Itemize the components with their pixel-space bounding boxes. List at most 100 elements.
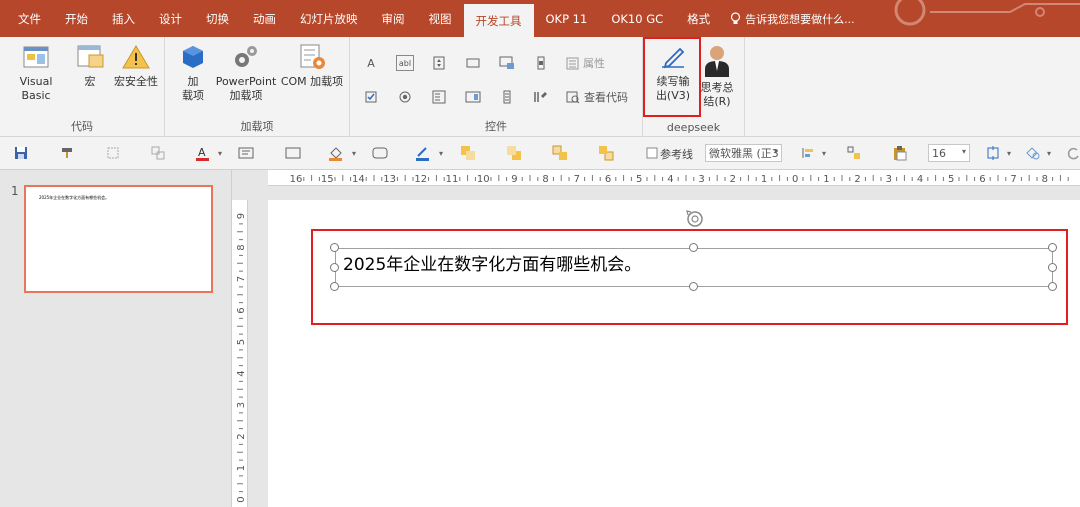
ruler-label: 13 — [383, 174, 396, 185]
select-objects-icon[interactable] — [105, 145, 121, 161]
ruler-label: 4 — [236, 370, 247, 376]
vertical-ruler-ticks: 9 8 7 6 5 4 3 2 1 0 — [236, 213, 247, 503]
ruler-label: 2 — [236, 433, 247, 439]
ruler-label: 3 — [886, 174, 892, 185]
ruler-label: 1 — [236, 465, 247, 471]
tab-animations[interactable]: 动画 — [241, 0, 288, 37]
format-painter-icon[interactable] — [60, 145, 76, 161]
undo-icon[interactable] — [1066, 145, 1080, 161]
align-dropdown-icon[interactable]: ▾ — [816, 145, 832, 161]
macro-security-button[interactable]: 宏安全性 — [110, 43, 162, 89]
group-deepseek-label: deepseek — [666, 121, 721, 134]
distribute-icon[interactable] — [846, 145, 862, 161]
ruler-label: 2 — [730, 174, 736, 185]
tab-home[interactable]: 开始 — [53, 0, 100, 37]
group-objects-icon[interactable] — [150, 145, 166, 161]
ruler-label: 8 — [236, 244, 247, 250]
font-color-icon[interactable]: A — [195, 145, 211, 161]
ruler-label: 15 — [321, 174, 334, 185]
more-controls-icon[interactable] — [532, 89, 550, 105]
save-icon[interactable] — [13, 145, 29, 161]
tab-developer[interactable]: 开发工具 — [463, 4, 534, 37]
tab-ok10gc[interactable]: OK10 GC — [599, 0, 675, 37]
tab-transitions[interactable]: 切换 — [194, 0, 241, 37]
gears-icon — [235, 46, 257, 67]
button-control-icon[interactable] — [464, 55, 482, 71]
combobox-control-icon[interactable] — [430, 89, 448, 105]
shape-outline-icon[interactable] — [415, 145, 431, 161]
textbox-icon[interactable] — [238, 145, 254, 161]
font-name-select[interactable]: 微软雅黑 (正3 ▾ — [705, 144, 782, 162]
gridlines-checkbox[interactable] — [644, 145, 660, 161]
warning-icon — [122, 45, 150, 69]
properties-button[interactable]: 属性 — [566, 55, 605, 71]
tab-review[interactable]: 审阅 — [370, 0, 417, 37]
slide-thumbnail[interactable]: 2025年企业在数字化方面有哪些机会。 — [24, 185, 213, 293]
addins-button[interactable]: 加 载项 — [177, 43, 209, 103]
ruler-label: 9 — [236, 213, 247, 219]
shapes-dropdown-icon[interactable]: ▾ — [1041, 145, 1057, 161]
send-to-back-icon[interactable] — [598, 145, 614, 161]
horizontal-ruler: 16 15 14 13 12 11 10 9 8 7 6 5 4 3 2 1 0 1 2 3 4 5 6 7 8 — [268, 170, 1080, 186]
scrollbar-control-icon[interactable] — [532, 55, 550, 71]
listbox-control-icon[interactable] — [464, 89, 482, 105]
tab-view[interactable]: 视图 — [417, 0, 464, 37]
rotate-handle-icon[interactable] — [684, 208, 706, 230]
textbox-control-icon[interactable]: abl — [396, 55, 414, 71]
ruler-label: 4 — [917, 174, 923, 185]
group-controls: A abl 属性 查看代码 控件 — [350, 37, 643, 137]
ruler-label: 2 — [854, 174, 860, 185]
spin-control-icon[interactable] — [430, 55, 448, 71]
tab-slideshow[interactable]: 幻灯片放映 — [288, 0, 370, 37]
ruler-label: 3 — [236, 402, 247, 408]
resize-dropdown-icon[interactable]: ▾ — [1001, 145, 1017, 161]
macro-button[interactable]: 宏 — [74, 43, 106, 89]
toggle-control-icon[interactable] — [498, 89, 516, 105]
properties-icon — [566, 57, 579, 69]
shape-outline-dropdown-icon[interactable]: ▾ — [433, 145, 449, 161]
tell-me-text: 告诉我您想要做什么... — [745, 12, 855, 26]
rectangle-shape-icon[interactable] — [285, 145, 301, 161]
ruler-label: 14 — [352, 174, 365, 185]
tab-design[interactable]: 设计 — [147, 0, 194, 37]
rounded-rectangle-icon[interactable] — [372, 145, 388, 161]
ribbon: Visual Basic 宏 宏安全性 代码 加 载项 PowerPoint 加… — [0, 37, 1080, 137]
send-backward-icon[interactable] — [506, 145, 522, 161]
radio-control-icon[interactable] — [396, 89, 414, 105]
tab-format[interactable]: 格式 — [675, 0, 722, 37]
bring-forward-icon[interactable] — [460, 145, 476, 161]
ruler-label: 12 — [414, 174, 427, 185]
think-summary-r-button[interactable]: 思考总 结(R) — [700, 43, 734, 109]
tab-file[interactable]: 文件 — [6, 0, 53, 37]
bring-to-front-icon[interactable] — [552, 145, 568, 161]
tell-me-box[interactable]: 告诉我您想要做什么... — [730, 0, 855, 37]
ruler-label: 16 — [290, 174, 303, 185]
format-toolbar: A ▾ ▾ ▾ 参考线 微软雅黑 (正3 ▾ ▾ 16 ▾ ▾ ▾ — [0, 137, 1080, 170]
font-size-select[interactable]: 16 ▾ — [928, 144, 970, 162]
image-control-icon[interactable] — [498, 55, 516, 71]
ruler-label: 0 — [792, 174, 798, 185]
checkbox-control-icon[interactable] — [362, 89, 380, 105]
label-control-icon[interactable]: A — [362, 55, 380, 71]
com-addins-button[interactable]: COM 加载项 — [279, 43, 345, 89]
shapes-icon[interactable] — [1025, 145, 1041, 161]
ruler-label: 7 — [1010, 174, 1016, 185]
powerpoint-addins-button[interactable]: PowerPoint 加载项 — [215, 43, 277, 103]
shape-fill-dropdown-icon[interactable]: ▾ — [346, 145, 362, 161]
ruler-label: 3 — [698, 174, 704, 185]
font-color-dropdown-icon[interactable]: ▾ — [212, 145, 228, 161]
tab-okp11[interactable]: OKP 11 — [534, 0, 600, 37]
visual-basic-button[interactable]: Visual Basic — [4, 43, 68, 103]
align-icon[interactable] — [800, 145, 816, 161]
svg-text:A: A — [198, 146, 206, 159]
view-code-button[interactable]: 查看代码 — [566, 89, 628, 105]
group-addins-label: 加载项 — [240, 120, 274, 133]
tab-insert[interactable]: 插入 — [100, 0, 147, 37]
ruler-label: 6 — [605, 174, 611, 185]
com-addins-icon — [300, 44, 325, 69]
resize-icon[interactable] — [985, 145, 1001, 161]
shape-fill-icon[interactable] — [328, 145, 344, 161]
group-controls-label: 控件 — [485, 120, 507, 133]
circuit-decoration — [894, 0, 1080, 26]
paste-icon[interactable] — [892, 145, 908, 161]
